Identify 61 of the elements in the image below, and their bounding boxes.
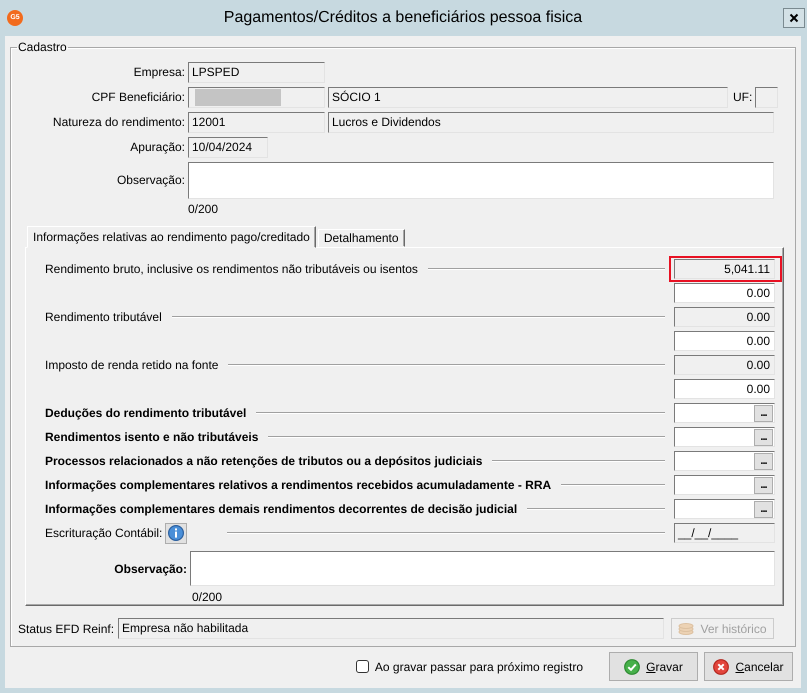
company-field[interactable]: LPSPED xyxy=(188,62,325,83)
field-label: UF: xyxy=(733,90,752,105)
field-label: Deduções do rendimento tributável xyxy=(45,406,246,421)
uf-field[interactable] xyxy=(755,87,778,108)
computed-amount-field[interactable]: 0.00 xyxy=(674,307,775,328)
field-label: Informações complementares demais rendimentos decorrentes de decisão judicial xyxy=(45,502,518,517)
ellipsis-button[interactable]: ... xyxy=(754,500,773,518)
ellipsis-button[interactable]: ... xyxy=(754,476,773,494)
character-counter: 0/200 xyxy=(192,590,222,604)
date-field[interactable]: 10/04/2024 xyxy=(188,137,268,158)
income-description-field[interactable]: Lucros e Dividendos xyxy=(328,112,774,133)
coins-icon xyxy=(678,622,694,636)
date-field[interactable]: __/__/____ xyxy=(674,523,775,544)
field-label: CPF Beneficiário: xyxy=(90,90,185,105)
status-field[interactable]: Empresa não habilitada xyxy=(118,618,664,640)
checkbox-label[interactable]: Ao gravar passar para próximo registro xyxy=(374,660,583,674)
field-label: Processos relacionados a não retenções de tributos ou a depósitos judiciais xyxy=(45,454,482,469)
lookup-field[interactable]: ... xyxy=(674,451,775,472)
lookup-field[interactable]: ... xyxy=(674,427,775,448)
cancel-button[interactable]: Cancelar xyxy=(704,652,793,682)
save-button[interactable]: Gravar xyxy=(609,652,698,682)
window-title: Pagamentos/Créditos a beneficiários pessoa fisica xyxy=(222,8,584,28)
lookup-field[interactable]: ... xyxy=(674,403,775,424)
computed-amount-field[interactable]: 5,041.11 xyxy=(674,259,775,280)
field-label: Natureza do rendimento: xyxy=(52,115,185,130)
ellipsis-button[interactable]: ... xyxy=(754,452,773,470)
character-counter: 0/200 xyxy=(188,202,218,216)
beneficiary-name-field[interactable]: SÓCIO 1 xyxy=(328,87,728,108)
amount-input[interactable]: 0.00 xyxy=(674,331,775,352)
field-label: Empresa: xyxy=(132,65,185,80)
field-label: Observação: xyxy=(116,173,185,188)
group-title: Cadastro xyxy=(17,40,68,54)
field-label: Rendimentos isento e não tributáveis xyxy=(45,430,258,445)
field-label: Apuração: xyxy=(129,140,185,155)
info-button[interactable] xyxy=(165,522,188,544)
close-button[interactable] xyxy=(783,8,805,28)
field-label: Observação: xyxy=(113,562,187,576)
ellipsis-button[interactable]: ... xyxy=(754,404,773,422)
cpf-field[interactable] xyxy=(188,87,325,108)
check-icon xyxy=(624,658,640,675)
tab[interactable]: Detalhamento xyxy=(318,229,405,248)
amount-input[interactable]: 0.00 xyxy=(674,283,775,304)
info-icon xyxy=(168,525,184,542)
checkbox[interactable] xyxy=(356,660,369,674)
field-label: Rendimento bruto, inclusive os rendimentos não tributáveis ou isentos xyxy=(45,262,418,277)
computed-amount-field[interactable]: 0.00 xyxy=(674,355,775,376)
observation-field[interactable] xyxy=(188,162,774,199)
lookup-field[interactable]: ... xyxy=(674,475,775,496)
income-code-field[interactable]: 12001 xyxy=(188,112,325,133)
field-label: Imposto de renda retido na fonte xyxy=(45,358,218,373)
lookup-field[interactable]: ... xyxy=(674,499,775,520)
observation-field[interactable] xyxy=(190,551,775,586)
field-label: Status EFD Reinf: xyxy=(18,622,114,636)
field-label: Escrituração Contábil: xyxy=(45,526,162,541)
ellipsis-button[interactable]: ... xyxy=(754,428,773,446)
amount-input[interactable]: 0.00 xyxy=(674,379,775,400)
close-icon xyxy=(789,13,799,23)
cancel-icon xyxy=(713,658,730,675)
field-label: Informações complementares relativos a rendimentos recebidos acumuladamente - RRA xyxy=(45,478,552,493)
field-label: Rendimento tributável xyxy=(45,310,162,325)
tab[interactable]: Informações relativas ao rendimento pago/creditado xyxy=(27,226,316,248)
